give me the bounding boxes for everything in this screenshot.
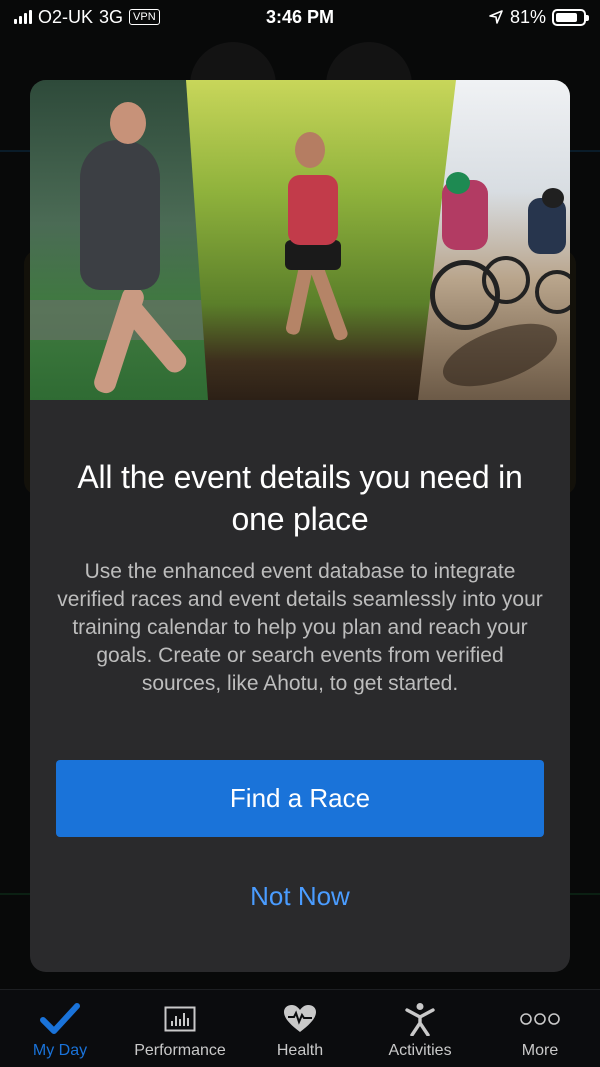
app-screen: O2-UK 3G VPN 3:46 PM 81% All the event d… xyxy=(0,0,600,1067)
tab-label: Performance xyxy=(134,1042,226,1059)
runner-figure xyxy=(80,140,160,290)
trail-runner-figure xyxy=(288,175,338,245)
more-dots-icon xyxy=(519,1000,561,1038)
tab-label: My Day xyxy=(32,1042,88,1059)
runner-figure xyxy=(110,102,146,144)
tab-label: Activities xyxy=(388,1042,452,1059)
checkmark-icon xyxy=(40,1000,80,1038)
cyclist-figure xyxy=(446,172,470,194)
battery-icon xyxy=(552,8,589,26)
modal-title: All the event details you need in one pl… xyxy=(77,459,523,537)
tab-label: Health xyxy=(276,1042,324,1059)
tab-more[interactable]: More xyxy=(480,990,600,1067)
cyclist-figure xyxy=(542,188,564,208)
heart-pulse-icon xyxy=(283,1000,317,1038)
modal-description: Use the enhanced event database to integ… xyxy=(57,560,543,695)
battery-percent: 81% xyxy=(509,6,546,27)
chart-icon xyxy=(164,1000,196,1038)
status-right: 81% xyxy=(488,6,589,28)
battery-fill xyxy=(556,12,578,22)
find-a-race-button[interactable]: Find a Race xyxy=(56,760,544,837)
vpn-badge: VPN xyxy=(129,9,160,25)
tab-performance[interactable]: Performance xyxy=(120,990,240,1067)
trail-runner-figure xyxy=(295,132,325,168)
status-left: O2-UK 3G VPN xyxy=(14,7,160,28)
location-arrow-icon xyxy=(489,10,503,24)
not-now-button[interactable]: Not Now xyxy=(250,881,350,912)
event-promo-modal: All the event details you need in one pl… xyxy=(30,80,570,972)
network-label: 3G xyxy=(99,6,124,27)
signal-icon xyxy=(14,10,32,24)
modal-body: All the event details you need in one pl… xyxy=(30,400,570,912)
status-bar: O2-UK 3G VPN 3:46 PM 81% xyxy=(0,0,600,34)
tab-health[interactable]: Health xyxy=(240,990,360,1067)
hero-image xyxy=(30,80,570,400)
tab-label: More xyxy=(521,1042,559,1059)
person-activity-icon xyxy=(404,1000,436,1038)
tab-bar: My Day Performance Health Activities Mor… xyxy=(0,989,600,1067)
tab-my-day[interactable]: My Day xyxy=(0,990,120,1067)
tab-activities[interactable]: Activities xyxy=(360,990,480,1067)
cyclist-figure xyxy=(482,256,530,304)
carrier-label: O2-UK xyxy=(38,6,94,27)
